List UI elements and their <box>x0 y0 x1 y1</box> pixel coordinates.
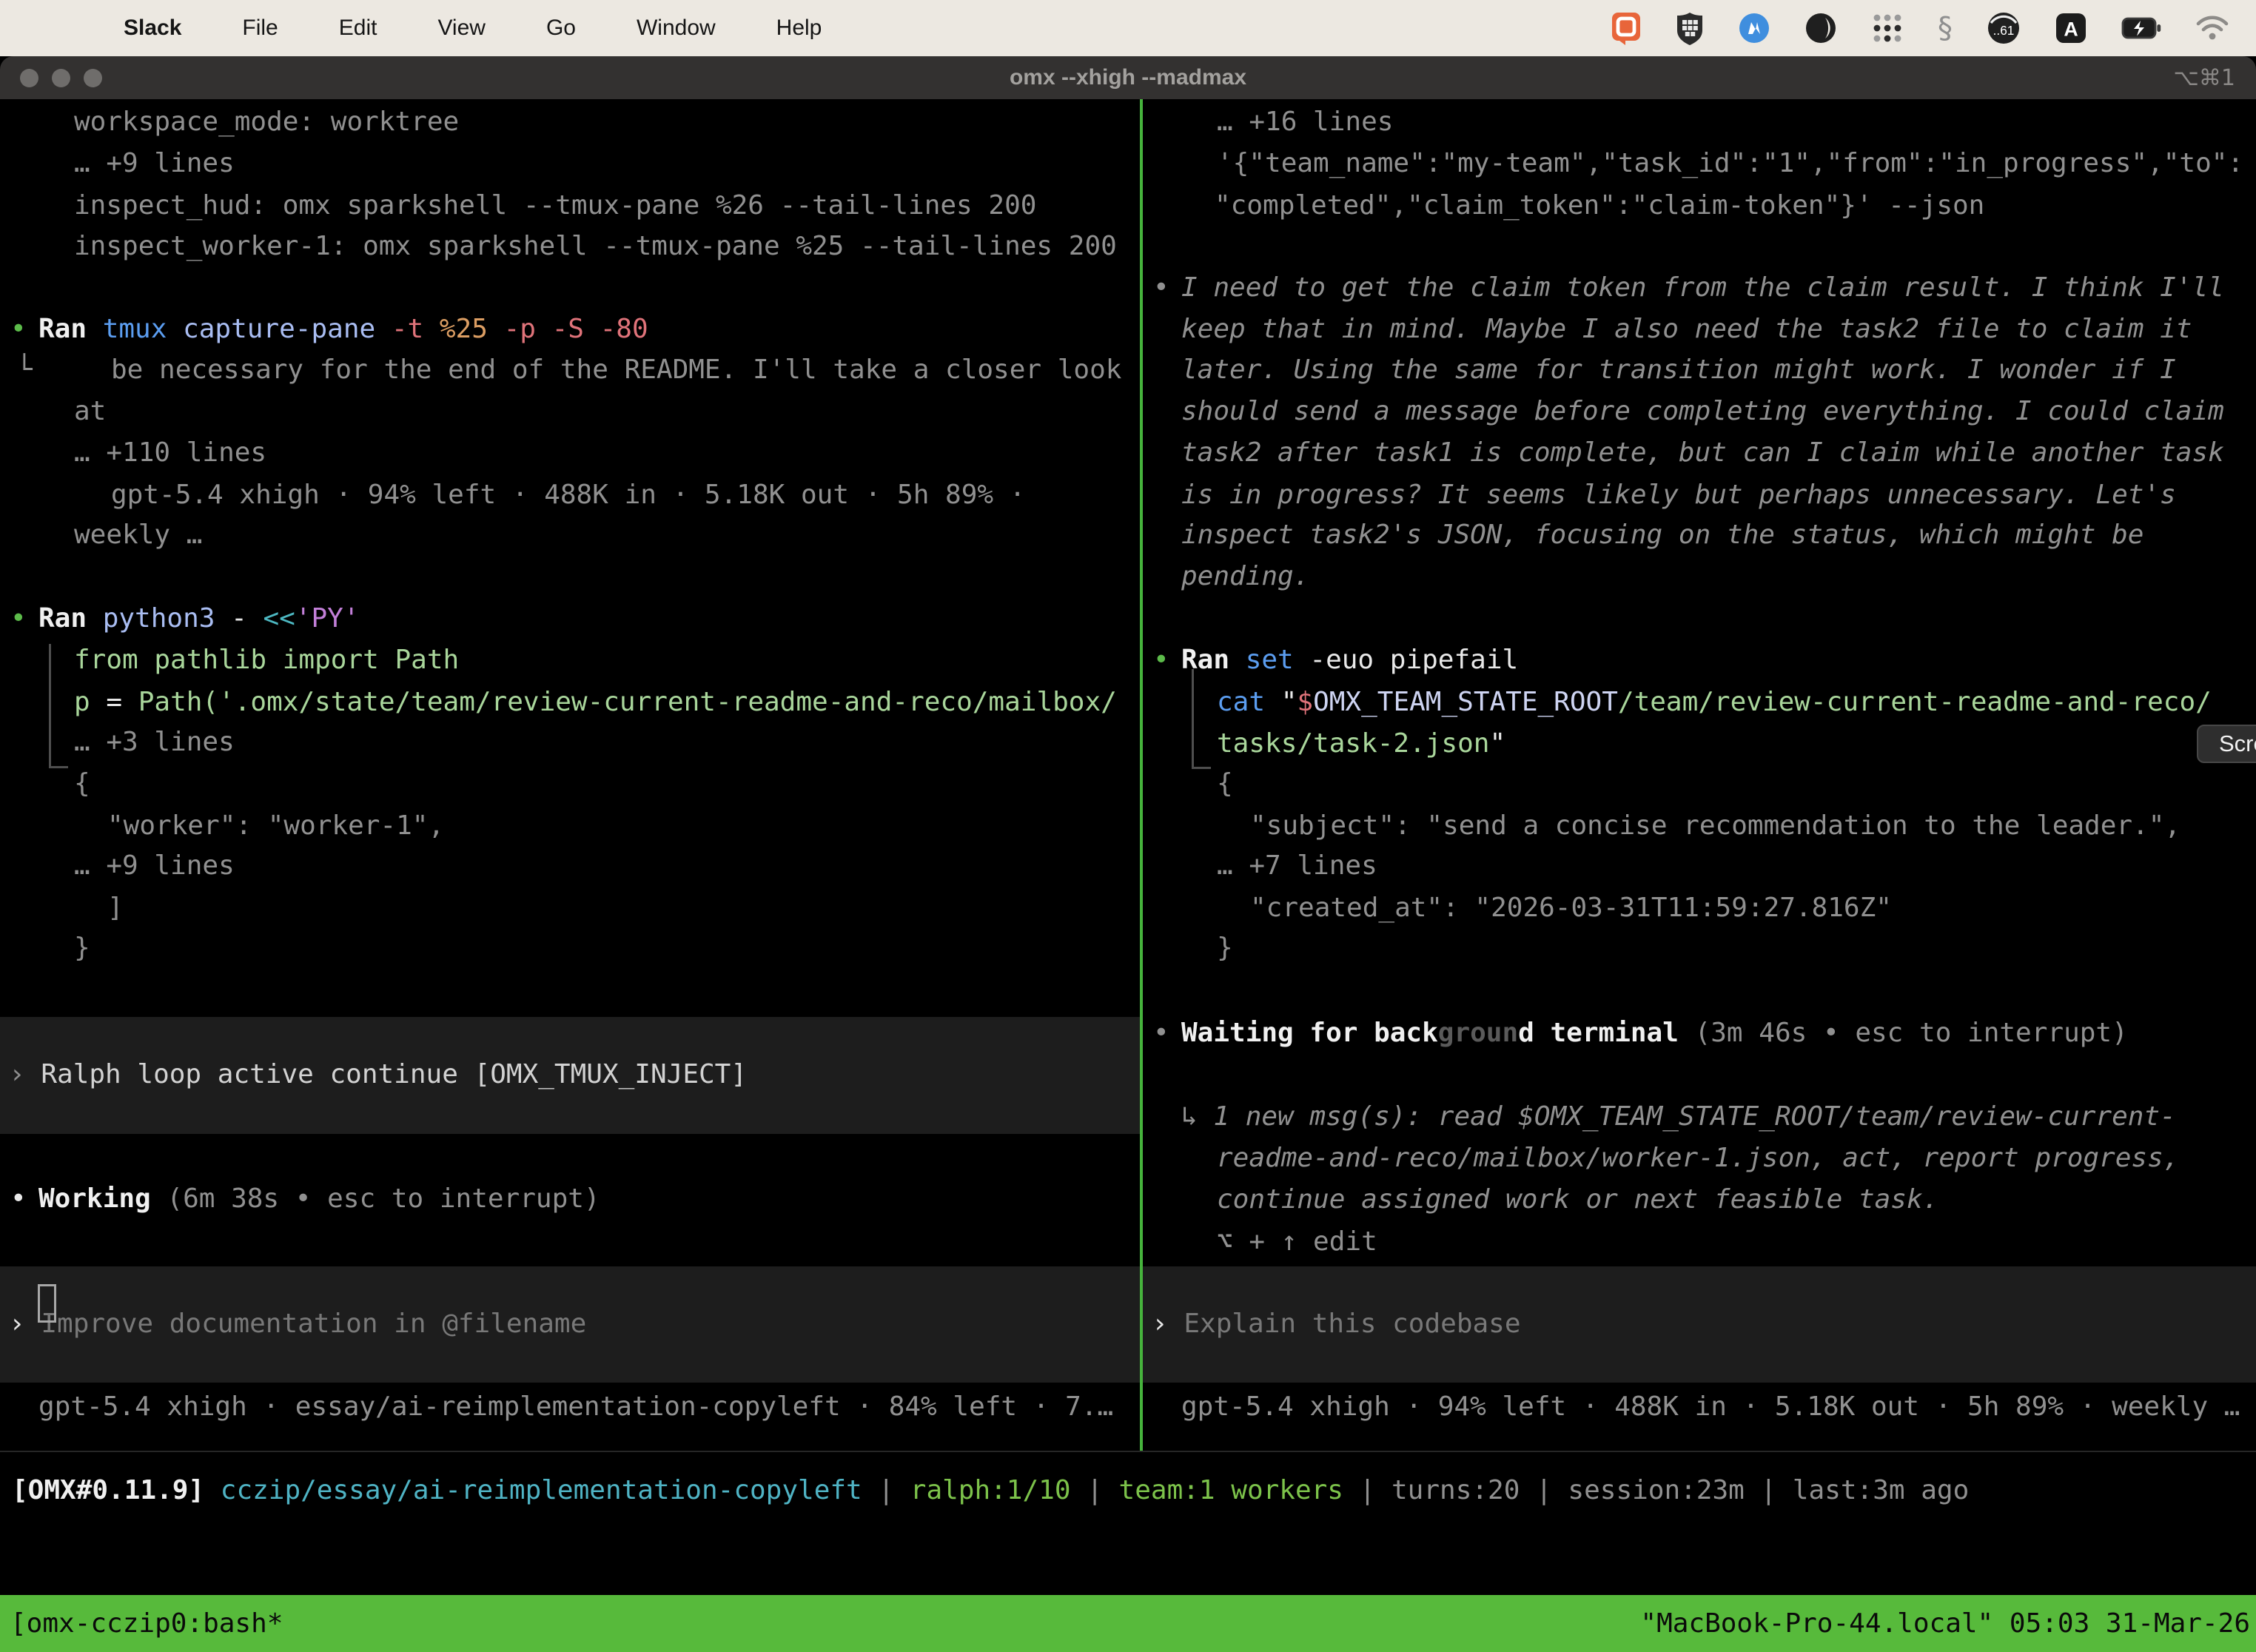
terminal-line: continue assigned work or next feasible … <box>1217 1179 1938 1220</box>
terminal-line: "completed","claim_token":"claim-token"}… <box>1215 185 1984 226</box>
terminal-line: should send a message before completing … <box>1181 391 2224 432</box>
crescent-circle-icon[interactable] <box>1805 12 1837 44</box>
battery-percent-label: ..61 <box>1993 23 2015 38</box>
terminal-line: › Explain this codebase <box>1152 1303 1521 1345</box>
terminal-line: › Ralph loop active continue [OMX_TMUX_I… <box>9 1054 747 1095</box>
tmux-host-clock-label: "MacBook-Pro-44.local" 05:03 31-Mar-26 <box>1640 1608 2256 1639</box>
menu-item-go[interactable]: Go <box>516 0 606 56</box>
menu-app-name[interactable]: Slack <box>93 0 212 56</box>
terminal-line: } <box>1217 927 1233 969</box>
terminal-line: … +9 lines <box>74 845 235 887</box>
battery-percent-circle-icon[interactable]: ..61 <box>1987 11 2021 45</box>
terminal-line: inspect_worker-1: omx sparkshell --tmux-… <box>74 226 1117 267</box>
tmux-session-label[interactable]: [omx-cczip0:bash* <box>0 1608 283 1639</box>
terminal-window: omx --xhigh --madmax ⌥⌘1 workspace_mode:… <box>0 56 2256 1652</box>
apple-menu-icon[interactable] <box>33 0 93 56</box>
terminal-line: Ran set -euo pipefail <box>1181 639 1518 681</box>
terminal-line: ↳ 1 new msg(s): read $OMX_TEAM_STATE_ROO… <box>1181 1096 2176 1138</box>
terminal-line: keep that in mind. Maybe I also need the… <box>1181 309 2192 350</box>
blue-badge-icon[interactable] <box>1738 12 1770 44</box>
terminal-line: … +7 lines <box>1217 845 1377 887</box>
terminal-line: Working (6m 38s • esc to interrupt) <box>38 1178 600 1220</box>
menu-items: Slack FileEditViewGoWindowHelp <box>0 0 852 56</box>
shield-grid-icon[interactable] <box>1676 11 1704 45</box>
terminal-line: … +110 lines <box>74 432 266 474</box>
terminal-line: I need to get the claim token from the c… <box>1181 267 2224 309</box>
menu-bar-tray: § ..61 A <box>1611 11 2256 45</box>
terminal-line: { <box>74 763 90 805</box>
terminal-line: … +9 lines <box>74 143 235 184</box>
terminal-line: } <box>74 927 90 969</box>
window-title: omx --xhigh --madmax <box>0 56 2256 99</box>
terminal-line: { <box>1217 763 1233 805</box>
status-separator <box>0 1451 2256 1452</box>
terminal-line: └ <box>16 349 33 391</box>
battery-charging-icon[interactable] <box>2121 17 2161 39</box>
terminal-line: '{"team_name":"my-team","task_id":"1","f… <box>1217 143 2243 184</box>
keyboard-label: A <box>2064 18 2078 40</box>
terminal-line: • <box>1153 267 1169 309</box>
terminal-line: later. Using the same for transition mig… <box>1181 349 2176 391</box>
terminal-line: Ran python3 - <<'PY' <box>38 598 360 639</box>
menu-item-help[interactable]: Help <box>746 0 853 56</box>
terminal-line: ] <box>107 887 124 929</box>
terminal-line: • <box>1153 639 1169 681</box>
terminal-line: inspect_hud: omx sparkshell --tmux-pane … <box>74 185 1036 226</box>
screen-record-orange-icon[interactable] <box>1611 11 1642 45</box>
terminal-line: • <box>10 598 27 639</box>
terminal-line: "created_at": "2026-03-31T11:59:27.816Z" <box>1250 887 1892 929</box>
terminal-line: • <box>1153 1013 1169 1054</box>
terminal-line: at <box>74 391 106 432</box>
screen: Slack FileEditViewGoWindowHelp § ..61 <box>0 0 2256 1652</box>
tmux-status-bar: [omx-cczip0:bash* "MacBook-Pro-44.local"… <box>0 1595 2256 1652</box>
terminal-line: "subject": "send a concise recommendatio… <box>1250 805 2181 847</box>
terminal-line: • <box>10 1178 27 1220</box>
terminal-line: cat "$OMX_TEAM_STATE_ROOT/team/review-cu… <box>1217 682 2212 723</box>
terminal-line: be necessary for the end of the README. … <box>111 349 1121 391</box>
terminal-line: readme-and-reco/mailbox/worker-1.json, a… <box>1217 1138 2179 1179</box>
screen-tooltip-text: Scre <box>2219 731 2256 757</box>
wifi-icon[interactable] <box>2195 15 2229 41</box>
terminal-line: ⌥ + ↑ edit <box>1217 1221 1377 1263</box>
terminal-line: • <box>10 309 27 350</box>
terminal-line: … +3 lines <box>74 722 235 763</box>
menu-item-edit[interactable]: Edit <box>309 0 408 56</box>
dots-grid-icon[interactable] <box>1871 12 1904 44</box>
terminal-line: p = Path('.omx/state/team/review-current… <box>74 682 1117 723</box>
window-shortcut-badge: ⌥⌘1 <box>2173 56 2235 99</box>
macos-menu-bar: Slack FileEditViewGoWindowHelp § ..61 <box>0 0 2256 56</box>
terminal-line: tasks/task-2.json" <box>1217 723 1505 765</box>
terminal-line: Ran tmux capture-pane -t %25 -p -S -80 <box>38 309 648 350</box>
menu-item-view[interactable]: View <box>407 0 515 56</box>
terminal-line: pending. <box>1181 556 1309 597</box>
terminal-line: gpt-5.4 xhigh · 94% left · 488K in · 5.1… <box>1181 1386 2240 1428</box>
squiggle-icon[interactable]: § <box>1938 11 1953 45</box>
menu-item-file[interactable]: File <box>212 0 308 56</box>
terminal-line: gpt-5.4 xhigh · 94% left · 488K in · 5.1… <box>111 474 1025 516</box>
omx-session-status-line: [OMX#0.11.9] cczip/essay/ai-reimplementa… <box>12 1470 1969 1511</box>
tmux-pane-left[interactable]: workspace_mode: worktree… +9 linesinspec… <box>0 99 1140 1451</box>
text-cursor <box>38 1284 56 1323</box>
terminal-line: inspect task2's JSON, focusing on the st… <box>1181 514 2143 556</box>
terminal-line: from pathlib import Path <box>74 639 459 681</box>
terminal-line: › Improve documentation in @filename <box>9 1303 586 1345</box>
screen-tooltip-overlay: Scre <box>2197 725 2256 763</box>
keyboard-input-icon[interactable]: A <box>2055 12 2087 44</box>
terminal-line: Waiting for background terminal (3m 46s … <box>1181 1013 2128 1054</box>
tmux-pane-right[interactable]: … +16 lines'{"team_name":"my-team","task… <box>1143 99 2256 1451</box>
terminal-line: gpt-5.4 xhigh · essay/ai-reimplementatio… <box>38 1386 1113 1428</box>
terminal-line: "worker": "worker-1", <box>107 805 444 847</box>
tree-connector <box>49 644 68 768</box>
terminal-line: weekly … <box>74 514 202 556</box>
menu-item-window[interactable]: Window <box>606 0 746 56</box>
terminal-line: is in progress? It seems likely but perh… <box>1181 474 2176 516</box>
terminal-line: workspace_mode: worktree <box>74 101 459 143</box>
window-title-bar[interactable]: omx --xhigh --madmax ⌥⌘1 <box>0 56 2256 99</box>
tree-connector <box>1192 669 1211 769</box>
terminal-line: task2 after task1 is complete, but can I… <box>1181 432 2224 474</box>
terminal-line: … +16 lines <box>1217 101 1393 143</box>
